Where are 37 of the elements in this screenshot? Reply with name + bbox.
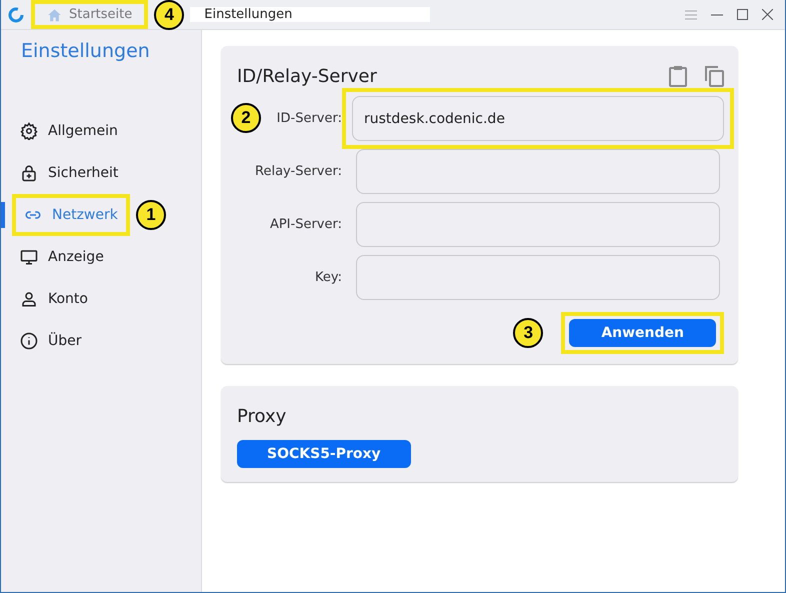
card-title: Proxy [237, 406, 286, 426]
clipboard-icon[interactable] [668, 65, 688, 87]
nav-item[interactable]: Sicherheit [12, 156, 126, 190]
gear-icon [20, 122, 38, 140]
input-field[interactable]: rustdesk.codenic.de [352, 96, 724, 141]
monitor-icon [20, 248, 38, 266]
field-label: API-Server: [270, 217, 342, 232]
tab[interactable]: Startseite [35, 7, 144, 22]
home-icon [47, 8, 62, 22]
field-label: ID-Server: [276, 111, 342, 126]
nav-item[interactable]: Konto [12, 282, 96, 316]
field-label: Key: [314, 270, 342, 285]
field-label: Relay-Server: [255, 164, 342, 179]
user-icon [20, 290, 38, 308]
nav-item[interactable]: Über [12, 324, 90, 358]
apply-button[interactable]: Anwenden [569, 319, 716, 347]
copy-icon[interactable] [704, 65, 724, 87]
callout-marker: 1 [136, 200, 166, 230]
nav-item[interactable]: Allgemein [12, 114, 126, 148]
input-field[interactable] [356, 202, 720, 247]
tab[interactable]: Einstellungen [190, 7, 430, 22]
proxy-button[interactable]: SOCKS5-Proxy [237, 440, 411, 468]
menu-icon[interactable] [685, 10, 697, 20]
info-icon [20, 332, 38, 350]
selection-indicator [1, 202, 5, 228]
nav-item[interactable]: Netzwerk [16, 198, 126, 232]
callout-marker: 2 [231, 103, 261, 133]
card-title: ID/Relay-Server [237, 66, 377, 86]
input-field[interactable] [356, 255, 720, 300]
nav-item[interactable]: Anzeige [12, 240, 112, 274]
maximize-icon[interactable] [737, 9, 748, 20]
callout-marker: 3 [513, 318, 544, 348]
input-field[interactable] [356, 149, 720, 194]
sidebar-title: Einstellungen [20, 39, 151, 64]
close-icon[interactable] [762, 9, 773, 20]
lock-icon [20, 164, 38, 182]
callout-marker: 4 [154, 0, 184, 30]
